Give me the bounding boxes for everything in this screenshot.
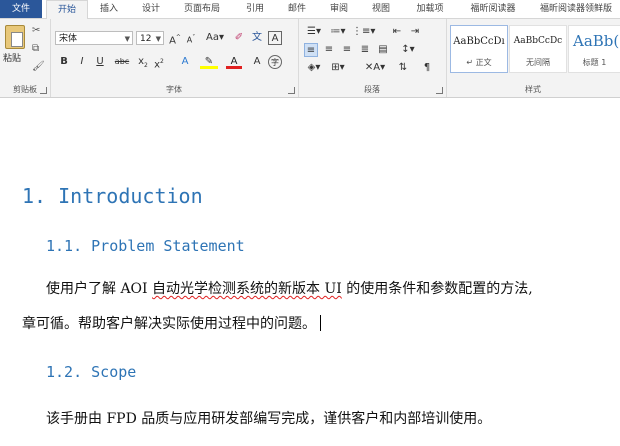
char-border-icon[interactable]: A	[268, 31, 282, 45]
align-right-icon[interactable]: ≡	[340, 43, 354, 57]
align-left-icon[interactable]: ≡	[304, 43, 318, 57]
tab-view[interactable]: 视图	[364, 0, 398, 18]
subscript-button[interactable]: x2	[136, 55, 150, 69]
clipboard-group: 粘贴 ✂ ⧉ 🖌 剪贴板	[0, 19, 51, 97]
char-shading-icon[interactable]: A	[250, 55, 264, 69]
paragraph-text: 的使用条件和参数配置的方法,	[341, 281, 533, 297]
borders-icon[interactable]: ⊞▾	[328, 61, 348, 75]
style-name: 无间隔	[526, 58, 550, 67]
enclose-char-icon[interactable]: 字	[268, 55, 282, 69]
show-marks-icon[interactable]: ¶	[420, 61, 434, 75]
tab-foxit-reader-preview[interactable]: 福昕阅读器领鲜版	[532, 0, 620, 18]
format-painter-icon[interactable]: 🖌	[32, 61, 45, 73]
underline-button[interactable]: U	[94, 55, 106, 69]
styles-group: AaBbCcDı ↵ 正文 AaBbCcDc 无间隔 AaBb( 标题 1 样式	[446, 19, 620, 97]
document-page[interactable]: 1. Introduction 1.1. Problem Statement 使…	[0, 98, 620, 446]
paste-icon[interactable]	[5, 25, 25, 49]
font-launcher-icon[interactable]	[288, 87, 295, 94]
spelling-error-text: 自动光学检测系统的新版本 UI	[152, 281, 342, 297]
change-case-button[interactable]: Aa▾	[204, 31, 226, 45]
sort-icon[interactable]: ⇅	[396, 61, 410, 75]
tab-home[interactable]: 开始	[46, 0, 88, 20]
bullets-icon[interactable]: ☰▾	[304, 25, 324, 39]
numbering-icon[interactable]: ≔▾	[328, 25, 348, 39]
ribbon-tab-bar: 文件 开始 插入 设计 页面布局 引用 邮件 审阅 视图 加载项 福昕阅读器 福…	[0, 0, 620, 20]
tab-foxit-reader[interactable]: 福昕阅读器	[460, 0, 526, 18]
copy-icon[interactable]: ⧉	[32, 43, 39, 55]
strikethrough-button[interactable]: abc	[112, 55, 132, 69]
style-sample: AaBb(	[573, 32, 620, 50]
paragraph-group: ☰▾ ≔▾ ⋮≡▾ ⇤ ⇥ ≡ ≡ ≡ ≣ ▤ ↕▾ ◈▾ ⊞▾ ✕A▾ ⇅ ¶…	[298, 19, 447, 97]
align-center-icon[interactable]: ≡	[322, 43, 336, 57]
tab-insert[interactable]: 插入	[92, 0, 126, 18]
highlight-icon[interactable]: ✎	[200, 55, 218, 69]
chinese-layout-icon[interactable]: ✕A▾	[364, 61, 386, 75]
paragraph-text: 章可循。帮助客户解决实际使用过程中的问题。	[22, 316, 316, 332]
increase-indent-icon[interactable]: ⇥	[408, 25, 422, 39]
bold-button[interactable]: B	[58, 55, 70, 69]
font-color-icon[interactable]: A	[226, 55, 242, 69]
paragraph-scope: 该手册由 FPD 品质与应用研发部编写完成，谨供客户和内部培训使用。	[46, 411, 492, 427]
font-group-label: 字体	[166, 85, 182, 94]
font-name-value: 宋体	[59, 34, 78, 44]
chevron-down-icon: ▼	[155, 35, 161, 43]
paragraph-text: 使用户了解 AOI	[46, 281, 153, 297]
clipboard-launcher-icon[interactable]	[40, 87, 47, 94]
grow-font-button[interactable]: A^	[168, 31, 182, 46]
heading-introduction: 1. Introduction	[22, 184, 203, 208]
style-normal[interactable]: AaBbCcDı ↵ 正文	[450, 25, 508, 73]
paragraph-launcher-icon[interactable]	[436, 87, 443, 94]
style-name: ↵ 正文	[466, 58, 492, 67]
distributed-icon[interactable]: ▤	[376, 43, 390, 57]
tab-file[interactable]: 文件	[0, 0, 42, 18]
style-sample: AaBbCcDc	[513, 36, 563, 46]
cut-icon[interactable]: ✂	[32, 25, 40, 37]
multilevel-list-icon[interactable]: ⋮≡▾	[352, 25, 375, 39]
phonetic-guide-icon[interactable]: 文	[250, 31, 264, 45]
tab-references[interactable]: 引用	[238, 0, 272, 18]
line-spacing-icon[interactable]: ↕▾	[398, 43, 418, 57]
chevron-down-icon: ▼	[124, 35, 130, 43]
font-size-combo[interactable]: 12 ▼	[136, 31, 164, 45]
tab-design[interactable]: 设计	[134, 0, 168, 18]
paste-button[interactable]: 粘贴	[3, 51, 21, 64]
style-sample: AaBbCcDı	[453, 36, 505, 47]
tab-page-layout[interactable]: 页面布局	[176, 0, 228, 18]
text-effects-icon[interactable]: A	[178, 55, 192, 69]
font-size-value: 12	[140, 34, 152, 44]
font-group: 宋体 ▼ 12 ▼ A^ A˅ Aa▾ ✐ 文 A B I U abc x2 x…	[50, 19, 299, 97]
ribbon: 粘贴 ✂ ⧉ 🖌 剪贴板 宋体 ▼ 12 ▼ A^ A˅ Aa▾ ✐ 文 A B…	[0, 19, 620, 98]
italic-button[interactable]: I	[76, 55, 88, 69]
justify-icon[interactable]: ≣	[358, 43, 372, 57]
text-cursor	[320, 315, 321, 331]
heading-scope: 1.2. Scope	[46, 363, 137, 381]
paragraph-group-label: 段落	[364, 85, 380, 94]
shading-icon[interactable]: ◈▾	[304, 61, 324, 75]
style-no-spacing[interactable]: AaBbCcDc 无间隔	[509, 25, 567, 73]
tab-review[interactable]: 审阅	[322, 0, 356, 18]
tab-mailings[interactable]: 邮件	[280, 0, 314, 18]
shrink-font-button[interactable]: A˅	[184, 31, 198, 45]
superscript-button[interactable]: x2	[152, 55, 166, 70]
paragraph-line-1: 使用户了解 AOI 自动光学检测系统的新版本 UI 的使用条件和参数配置的方法,	[46, 278, 533, 298]
style-heading-1[interactable]: AaBb( 标题 1	[568, 25, 620, 73]
styles-group-label: 样式	[525, 85, 541, 94]
decrease-indent-icon[interactable]: ⇤	[390, 25, 404, 39]
clear-format-icon[interactable]: ✐	[232, 31, 246, 45]
paragraph-line-2: 章可循。帮助客户解决实际使用过程中的问题。	[22, 313, 321, 333]
heading-problem-statement: 1.1. Problem Statement	[46, 237, 245, 255]
style-name: 标题 1	[582, 58, 607, 67]
tab-addins[interactable]: 加载项	[408, 0, 452, 18]
font-name-combo[interactable]: 宋体 ▼	[55, 31, 133, 45]
